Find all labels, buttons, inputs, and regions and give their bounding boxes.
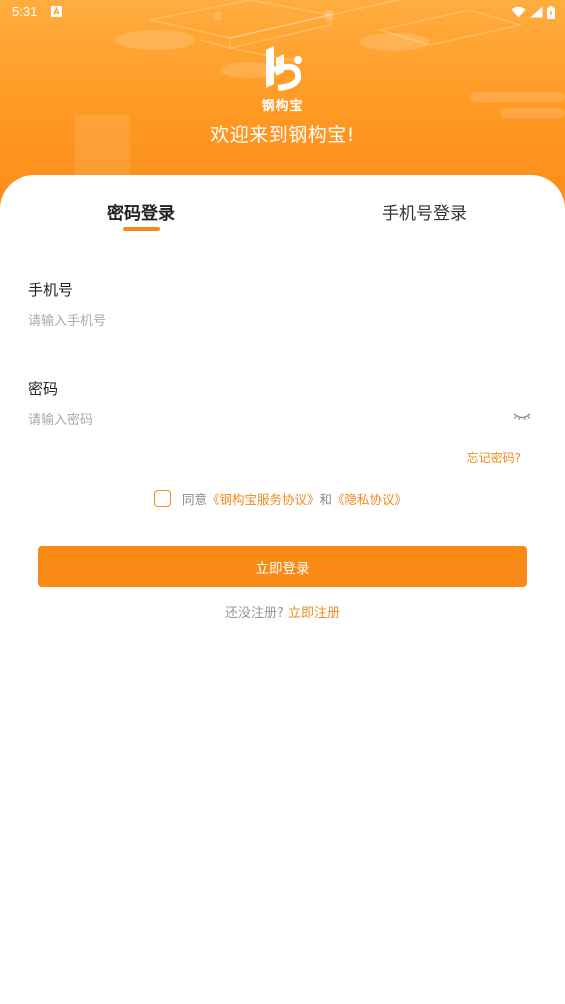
phone-label: 手机号 (28, 281, 74, 299)
login-button[interactable]: 立即登录 (38, 546, 527, 587)
active-tab-indicator (123, 227, 160, 231)
status-time: 5:31 (12, 4, 38, 19)
agreement-conjunction: 和 (319, 491, 333, 507)
forgot-password-link[interactable]: 忘记密码? (467, 449, 521, 466)
password-label: 密码 (28, 380, 59, 398)
password-input[interactable] (28, 409, 498, 431)
logo-text: 钢构宝 (261, 99, 304, 114)
privacy-agreement-link[interactable]: 《隐私协议》 (332, 489, 407, 508)
service-agreement-link[interactable]: 《钢构宝服务协议》 (207, 489, 320, 508)
battery-icon (547, 5, 555, 19)
status-bar: 5:31 (0, 0, 565, 24)
signal-icon (530, 6, 543, 18)
register-row: 还没注册? 立即注册 (0, 602, 565, 621)
eye-closed-icon[interactable] (513, 411, 531, 421)
tab-phone-login[interactable]: 手机号登录 (382, 199, 467, 224)
wifi-icon (511, 6, 526, 18)
agreement-prefix: 同意 (182, 491, 208, 507)
register-link[interactable]: 立即注册 (288, 606, 340, 621)
agreement-checkbox[interactable] (154, 489, 171, 507)
status-icons (511, 5, 555, 19)
gougoubao-logo-icon (266, 46, 302, 91)
phone-input[interactable] (28, 310, 498, 332)
login-screen: 5:31 钢构宝 欢迎来到钢构宝! 密码登录 手机号登录 手机号 请输入手机号 … (0, 0, 565, 1004)
tab-password-login[interactable]: 密码登录 (107, 199, 175, 224)
notification-a-icon (51, 6, 62, 17)
agreement-row: 同意 《钢构宝服务协议》 和 《隐私协议》 (154, 487, 407, 509)
welcome-title: 欢迎来到钢构宝! (210, 124, 355, 146)
register-hint: 还没注册? (224, 606, 284, 621)
login-card: 密码登录 手机号登录 手机号 密码 忘记密码? 同意 《钢构宝服务协议》 和 《… (0, 175, 565, 1004)
